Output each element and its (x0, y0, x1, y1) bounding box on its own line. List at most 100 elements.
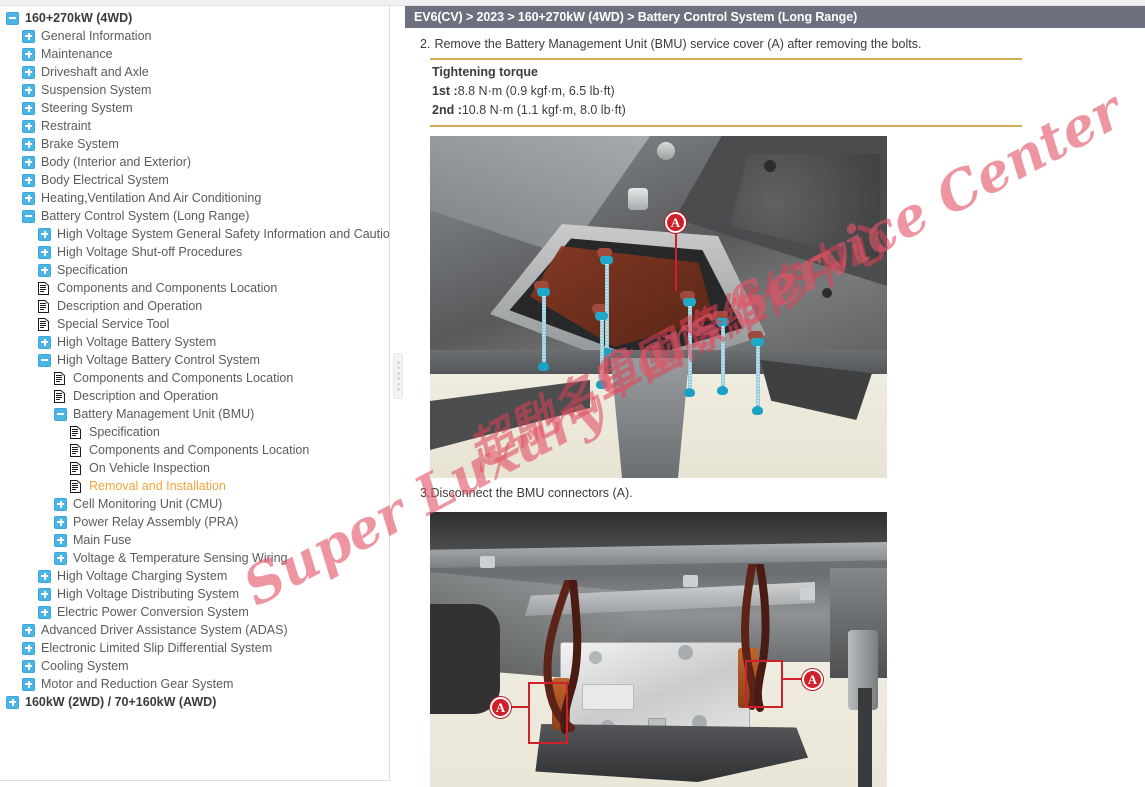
plus-toggle-icon[interactable] (22, 83, 35, 97)
hole-2 (822, 288, 832, 298)
tree-item[interactable]: Battery Management Unit (BMU) (0, 405, 388, 423)
grip-dot (396, 360, 400, 364)
navigation-tree[interactable]: 160+270kW (4WD) General Information Mainte… (0, 6, 389, 711)
plus-toggle-icon[interactable] (22, 659, 35, 673)
step-3-text: Disconnect the BMU connectors (A). (430, 486, 633, 500)
tree-item[interactable]: Brake System (0, 135, 388, 153)
torque-title: Tightening torque (432, 65, 539, 79)
tree-item[interactable]: Motor and Reduction Gear System (0, 675, 388, 693)
tree-item[interactable]: 160+270kW (4WD) (0, 9, 388, 27)
callout-a-figure1: A (665, 212, 686, 233)
tree-item[interactable]: Description and Operation (0, 387, 388, 405)
plus-toggle-icon[interactable] (38, 245, 51, 259)
minus-toggle-icon[interactable] (54, 407, 67, 421)
plus-toggle-icon[interactable] (38, 569, 51, 583)
tree-item[interactable]: General Information (0, 27, 388, 45)
tree-item[interactable]: High Voltage Shut-off Procedures (0, 243, 388, 261)
tree-item[interactable]: Specification (0, 261, 388, 279)
document-icon (54, 389, 67, 403)
tree-item[interactable]: On Vehicle Inspection (0, 459, 388, 477)
tree-item[interactable]: Main Fuse (0, 531, 388, 549)
tree-item-label: On Vehicle Inspection (89, 461, 210, 475)
figure-bmu-connectors: A A (430, 512, 887, 787)
tree-item[interactable]: High Voltage Battery System (0, 333, 388, 351)
callout-box-right (745, 660, 783, 708)
tree-item[interactable]: Description and Operation (0, 297, 388, 315)
plus-toggle-icon[interactable] (6, 695, 19, 709)
tree-item-label: Motor and Reduction Gear System (41, 677, 234, 691)
plus-toggle-icon[interactable] (22, 137, 35, 151)
tree-item[interactable]: Components and Components Location (0, 369, 388, 387)
tree-item-label: Electronic Limited Slip Differential Sys… (41, 641, 273, 655)
navigation-tree-panel[interactable]: 160+270kW (4WD) General Information Mainte… (0, 6, 390, 781)
plus-toggle-icon[interactable] (22, 65, 35, 79)
torque-row-2nd: 2nd :10.8 N·m (1.1 kgf·m, 8.0 lb·ft) (430, 100, 1022, 119)
plus-toggle-icon[interactable] (22, 641, 35, 655)
minus-toggle-icon[interactable] (38, 353, 51, 367)
tree-item[interactable]: Restraint (0, 117, 388, 135)
plus-toggle-icon[interactable] (22, 623, 35, 637)
tree-item-label: Driveshaft and Axle (41, 65, 149, 79)
tree-item[interactable]: Driveshaft and Axle (0, 63, 388, 81)
tree-item[interactable]: Body (Interior and Exterior) (0, 153, 388, 171)
tree-item[interactable]: Suspension System (0, 81, 388, 99)
plus-toggle-icon[interactable] (22, 191, 35, 205)
tree-item[interactable]: Cooling System (0, 657, 388, 675)
tree-item[interactable]: Power Relay Assembly (PRA) (0, 513, 388, 531)
tree-item-label: High Voltage Distributing System (57, 587, 240, 601)
tree-item-label: High Voltage Battery System (57, 335, 217, 349)
minus-toggle-icon[interactable] (22, 209, 35, 223)
tree-item[interactable]: Advanced Driver Assistance System (ADAS) (0, 621, 388, 639)
plus-toggle-icon[interactable] (22, 119, 35, 133)
callout-box-left (528, 682, 568, 744)
plus-toggle-icon[interactable] (22, 29, 35, 43)
plus-toggle-icon[interactable] (22, 47, 35, 61)
plus-toggle-icon[interactable] (38, 263, 51, 277)
tree-item[interactable]: Body Electrical System (0, 171, 388, 189)
tree-item-label: Battery Control System (Long Range) (41, 209, 250, 223)
tree-item[interactable]: High Voltage Distributing System (0, 585, 388, 603)
tree-item-label: High Voltage Charging System (57, 569, 228, 583)
tree-item[interactable]: Specification (0, 423, 388, 441)
plus-toggle-icon[interactable] (54, 533, 67, 547)
tree-item[interactable]: High Voltage System General Safety Infor… (0, 225, 389, 243)
tree-item[interactable]: 160kW (2WD) / 70+160kW (AWD) (0, 693, 388, 711)
rail-bolt (800, 588, 815, 600)
document-content-panel[interactable]: EV6(CV) > 2023 > 160+270kW (4WD) > Batte… (405, 6, 1145, 787)
plus-toggle-icon[interactable] (38, 587, 51, 601)
tree-item[interactable]: Steering System (0, 99, 388, 117)
plus-toggle-icon[interactable] (22, 677, 35, 691)
document-icon (70, 443, 83, 457)
tree-item-label: High Voltage Shut-off Procedures (57, 245, 243, 259)
plus-toggle-icon[interactable] (54, 497, 67, 511)
tree-item[interactable]: Heating,Ventilation And Air Conditioning (0, 189, 388, 207)
plus-toggle-icon[interactable] (38, 605, 51, 619)
tree-item[interactable]: Battery Control System (Long Range) (0, 207, 388, 225)
minus-toggle-icon[interactable] (6, 11, 19, 25)
tree-item[interactable]: Components and Components Location (0, 441, 388, 459)
tree-item-label: Body Electrical System (41, 173, 169, 187)
plus-toggle-icon[interactable] (54, 551, 67, 565)
tree-item[interactable]: Voltage & Temperature Sensing Wiring (0, 549, 388, 567)
splitter-grip-handle[interactable] (393, 353, 403, 399)
tree-item[interactable]: Maintenance (0, 45, 388, 63)
rail-bolt (480, 556, 495, 568)
tree-item-label: Components and Components Location (73, 371, 294, 385)
tree-item[interactable]: Cell Monitoring Unit (CMU) (0, 495, 388, 513)
breadcrumb[interactable]: EV6(CV) > 2023 > 160+270kW (4WD) > Batte… (405, 6, 1145, 28)
tree-item[interactable]: Special Service Tool (0, 315, 388, 333)
panel-splitter[interactable] (391, 6, 405, 781)
tree-item[interactable]: Electric Power Conversion System (0, 603, 388, 621)
tree-item-label: Removal and Installation (89, 479, 226, 493)
tree-item[interactable]: High Voltage Battery Control System (0, 351, 388, 369)
plus-toggle-icon[interactable] (22, 101, 35, 115)
plus-toggle-icon[interactable] (38, 227, 51, 241)
plus-toggle-icon[interactable] (22, 173, 35, 187)
tree-item[interactable]: Components and Components Location (0, 279, 388, 297)
tree-item[interactable]: Removal and Installation (0, 477, 388, 495)
plus-toggle-icon[interactable] (22, 155, 35, 169)
plus-toggle-icon[interactable] (54, 515, 67, 529)
plus-toggle-icon[interactable] (38, 335, 51, 349)
tree-item[interactable]: Electronic Limited Slip Differential Sys… (0, 639, 388, 657)
tree-item[interactable]: High Voltage Charging System (0, 567, 388, 585)
